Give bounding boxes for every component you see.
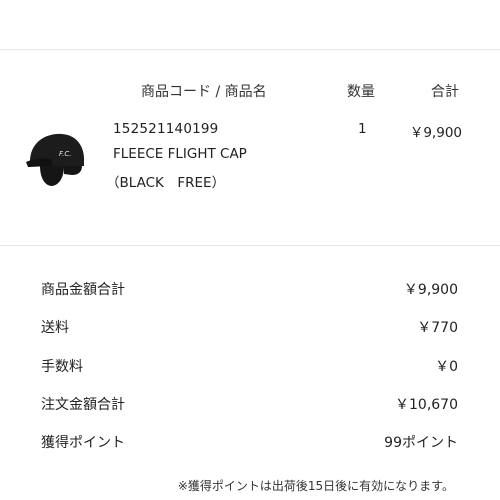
shipping-label: 送料 (41, 320, 69, 336)
order-total-value: ￥10,670 (395, 397, 458, 413)
product-name[interactable]: FLEECE FLIGHT CAP (113, 146, 247, 162)
order-total-label: 注文金額合計 (41, 397, 125, 413)
top-divider (0, 49, 500, 50)
order-summary-page: 商品コード / 商品名 数量 合計 F.C. 152521140199 FLEE… (0, 0, 500, 500)
subtotal-value: ￥9,900 (403, 282, 458, 298)
header-quantity: 数量 (347, 84, 375, 100)
shipping-value: ￥770 (417, 320, 458, 336)
svg-text:F.C.: F.C. (59, 150, 71, 158)
product-thumbnail[interactable]: F.C. (22, 122, 92, 192)
product-variant: （BLACK FREE） (106, 175, 226, 191)
points-note: ※獲得ポイントは出荷後15日後に有効になります。 (177, 479, 454, 493)
subtotal-label: 商品金額合計 (41, 282, 125, 298)
fee-value: ￥0 (435, 359, 458, 375)
header-product-code-name: 商品コード / 商品名 (141, 84, 267, 100)
fleece-cap-icon: F.C. (26, 133, 85, 186)
points-label: 獲得ポイント (41, 435, 125, 451)
product-quantity: 1 (358, 121, 367, 137)
product-price: ￥9,900 (409, 125, 462, 141)
item-divider (0, 245, 500, 246)
product-code: 152521140199 (113, 121, 219, 137)
fee-label: 手数料 (41, 359, 83, 375)
points-value: 99ポイント (384, 435, 458, 451)
header-total: 合計 (431, 84, 459, 100)
